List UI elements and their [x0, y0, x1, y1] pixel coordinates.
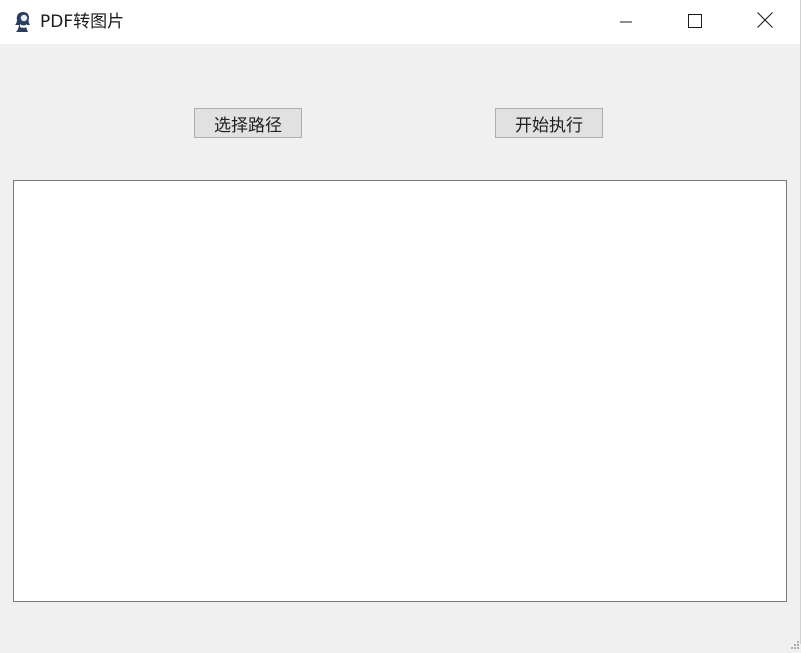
title-bar: PDF转图片: [0, 0, 801, 44]
window-title: PDF转图片: [40, 12, 125, 32]
output-textarea[interactable]: [13, 180, 787, 602]
maximize-button[interactable]: [660, 0, 730, 44]
minimize-icon: [620, 13, 632, 32]
select-path-button[interactable]: 选择路径: [194, 108, 302, 138]
app-icon: [12, 10, 34, 34]
resize-grip-icon[interactable]: [791, 634, 799, 649]
minimize-button[interactable]: [591, 0, 661, 44]
start-button[interactable]: 开始执行: [495, 108, 603, 138]
maximize-icon: [688, 13, 702, 32]
close-button[interactable]: [730, 0, 800, 44]
close-icon: [757, 12, 773, 32]
